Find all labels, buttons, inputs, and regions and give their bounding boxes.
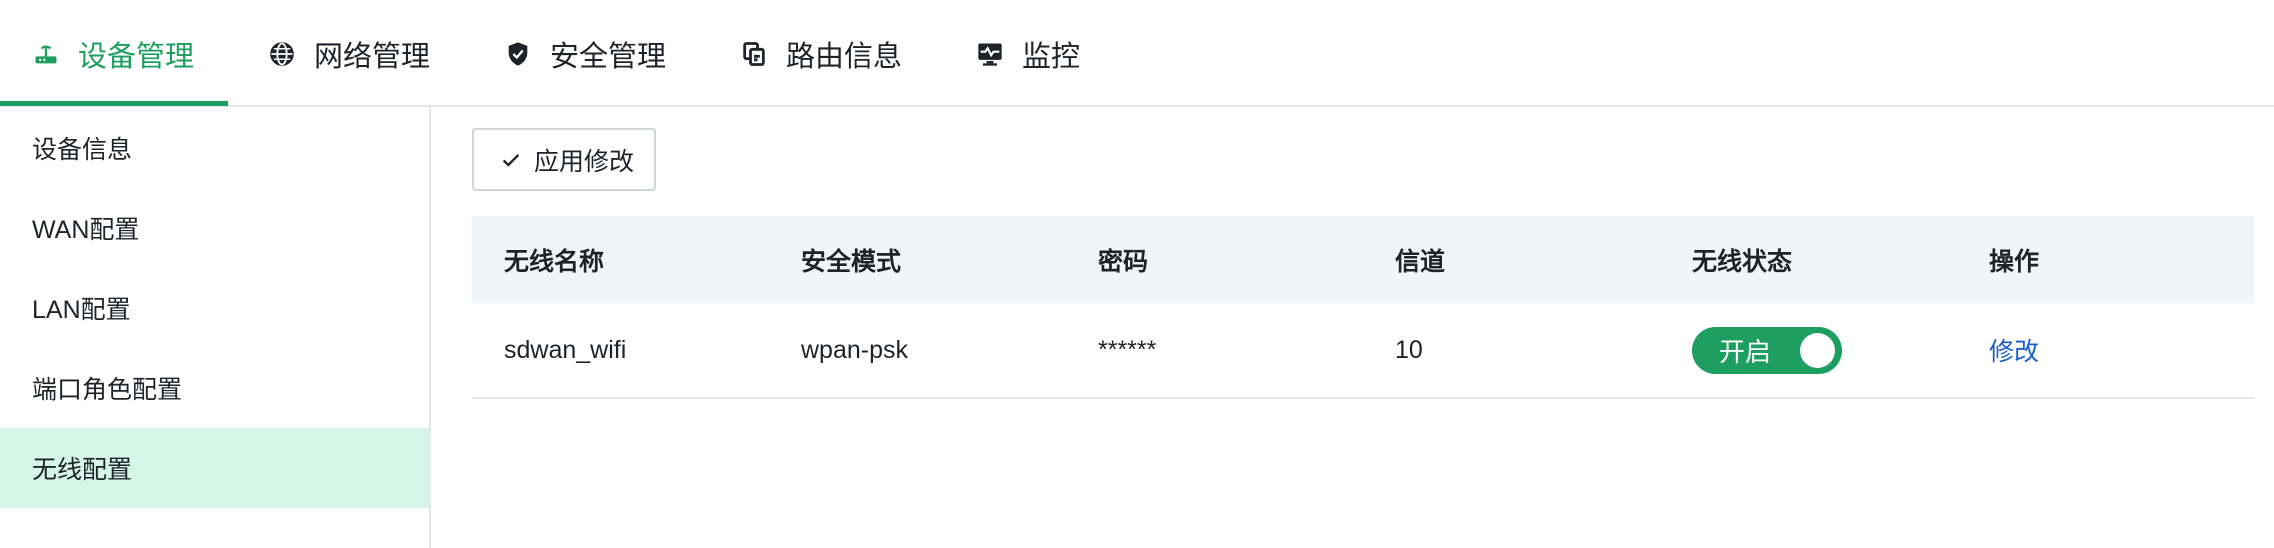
cell-channel: 10 bbox=[1395, 335, 1423, 364]
tab-monitoring[interactable]: 监控 bbox=[976, 0, 1080, 107]
sidebar-item-label: 端口角色配置 bbox=[32, 376, 183, 404]
globe-icon bbox=[270, 41, 294, 66]
cell-wireless-name: sdwan_wifi bbox=[504, 335, 627, 364]
route-copy-icon bbox=[743, 41, 765, 66]
sidebar-item-wan-config[interactable]: WAN配置 bbox=[0, 188, 429, 268]
tab-label: 设备管理 bbox=[78, 40, 195, 73]
shield-icon bbox=[508, 41, 528, 66]
tab-label: 网络管理 bbox=[314, 40, 431, 73]
cell-security-mode: wpan-psk bbox=[801, 335, 908, 364]
wireless-status-toggle[interactable]: 开启 bbox=[1692, 326, 1842, 374]
sidebar-item-lan-config[interactable]: LAN配置 bbox=[0, 268, 429, 348]
apply-changes-label: 应用修改 bbox=[534, 147, 635, 176]
tab-label: 安全管理 bbox=[550, 40, 667, 73]
sidebar-item-port-role-config[interactable]: 端口角色配置 bbox=[0, 348, 429, 428]
tab-security-management[interactable]: 安全管理 bbox=[504, 0, 666, 107]
sidebar: 设备信息 WAN配置 LAN配置 端口角色配置 无线配置 bbox=[0, 107, 431, 548]
column-header-security-mode: 安全模式 bbox=[801, 247, 902, 276]
top-navigation: 设备管理 网络管理 安全管理 路由信息 监控 bbox=[0, 0, 2274, 107]
wireless-table: 无线名称 安全模式 密码 信道 无线状态 操作 sdwan_wifi wpan-… bbox=[472, 216, 2254, 399]
tab-route-info[interactable]: 路由信息 bbox=[740, 0, 902, 107]
tab-device-management[interactable]: 设备管理 bbox=[32, 0, 194, 107]
column-header-password: 密码 bbox=[1098, 247, 1149, 276]
tab-label: 路由信息 bbox=[786, 40, 903, 73]
sidebar-item-label: LAN配置 bbox=[32, 296, 131, 324]
main-content: 应用修改 无线名称 安全模式 密码 信道 无线状态 操作 sdwan_wifi … bbox=[431, 107, 2274, 548]
toggle-knob bbox=[1800, 332, 1835, 368]
tab-network-management[interactable]: 网络管理 bbox=[268, 0, 430, 107]
cell-password: ****** bbox=[1098, 335, 1157, 364]
column-header-action: 操作 bbox=[1989, 247, 2040, 276]
cell-wireless-status: 开启 bbox=[1692, 303, 1842, 397]
column-header-wireless-name: 无线名称 bbox=[504, 247, 605, 276]
table-header: 无线名称 安全模式 密码 信道 无线状态 操作 bbox=[472, 216, 2254, 303]
check-icon bbox=[502, 153, 520, 167]
toggle-label: 开启 bbox=[1719, 336, 1772, 367]
column-header-channel: 信道 bbox=[1395, 247, 1446, 276]
cell-action: 修改 bbox=[1989, 303, 2039, 397]
sidebar-item-device-info[interactable]: 设备信息 bbox=[0, 108, 429, 188]
apply-changes-button[interactable]: 应用修改 bbox=[472, 128, 656, 191]
edit-link[interactable]: 修改 bbox=[1989, 332, 2039, 368]
sidebar-item-label: WAN配置 bbox=[32, 216, 140, 244]
table-row: sdwan_wifi wpan-psk ****** 10 开启 修改 bbox=[472, 303, 2254, 399]
sidebar-item-label: 设备信息 bbox=[32, 136, 133, 164]
column-header-wireless-status: 无线状态 bbox=[1692, 247, 1793, 276]
sidebar-item-wireless-config[interactable]: 无线配置 bbox=[0, 428, 429, 508]
monitor-icon bbox=[978, 43, 1002, 66]
tab-label: 监控 bbox=[1022, 40, 1081, 73]
sidebar-item-label: 无线配置 bbox=[32, 456, 133, 484]
active-tab-indicator bbox=[0, 101, 228, 106]
router-icon bbox=[35, 44, 57, 63]
